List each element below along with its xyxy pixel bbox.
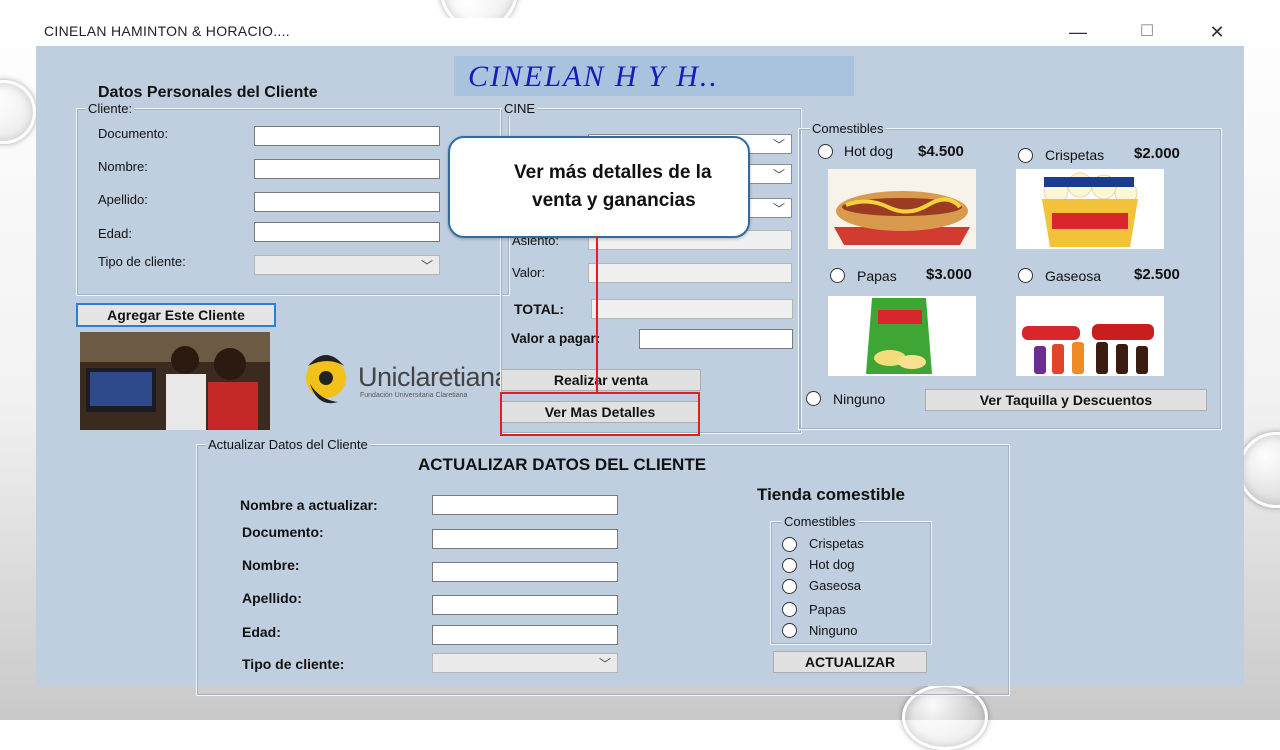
- crispetas-radio[interactable]: [1018, 148, 1033, 163]
- sun-logo-icon: [306, 355, 346, 404]
- valor-label: Valor:: [512, 265, 545, 280]
- ninguno-radio[interactable]: [806, 391, 821, 406]
- edad-field[interactable]: [254, 222, 440, 242]
- gaseosa-price: $2.500: [1134, 266, 1180, 283]
- chevron-down-icon: ﹀: [772, 168, 785, 182]
- callout-box: Ver más detalles de la venta y ganancias: [448, 136, 750, 238]
- logo-subtitle: Fundación Universitaria Claretiana: [360, 392, 468, 399]
- papas-label: Papas: [857, 268, 897, 284]
- agregar-cliente-button[interactable]: Agregar Este Cliente: [76, 303, 276, 327]
- update-nombre-field[interactable]: [432, 562, 618, 582]
- comestibles-group-title: Comestibles: [810, 121, 886, 136]
- nombre-field[interactable]: [254, 159, 440, 179]
- ver-taquilla-button[interactable]: Ver Taquilla y Descuentos: [925, 389, 1207, 411]
- apellido-field[interactable]: [254, 192, 440, 212]
- chevron-down-icon: ﹀: [598, 657, 611, 671]
- documento-label: Documento:: [98, 126, 169, 141]
- valor-pagar-label: Valor a pagar:: [511, 331, 601, 346]
- update-edad-label: Edad:: [242, 624, 281, 640]
- documento-field[interactable]: [254, 126, 440, 146]
- nombre-label: Nombre:: [98, 159, 148, 174]
- apellido-label: Apellido:: [98, 192, 148, 207]
- update-heading: ACTUALIZAR DATOS DEL CLIENTE: [418, 455, 707, 474]
- tienda-gaseosa-radio[interactable]: [782, 579, 797, 594]
- callout-line1: Ver más detalles de la: [514, 162, 712, 183]
- tienda-ninguno-radio[interactable]: [782, 623, 797, 638]
- papas-radio[interactable]: [830, 268, 845, 283]
- logo-name: Uniclaretiana: [358, 362, 510, 392]
- chevron-down-icon: ﹀: [772, 202, 785, 216]
- tipo-cliente-label: Tipo de cliente:: [98, 254, 186, 269]
- chevron-down-icon: ﹀: [420, 259, 433, 273]
- tienda-gaseosa-label: Gaseosa: [809, 578, 862, 593]
- tienda-heading: Tienda comestible: [757, 485, 906, 504]
- update-nombre-label: Nombre:: [242, 557, 300, 573]
- client-group-title: Cliente:: [86, 101, 135, 116]
- papas-image: [828, 296, 976, 376]
- people-photo: [80, 332, 270, 430]
- banner-title: CINELAN H Y H..: [468, 60, 719, 93]
- hotdog-radio[interactable]: [818, 144, 833, 159]
- chevron-down-icon: ﹀: [772, 138, 785, 152]
- window-title: CINELAN HAMINTON & HORACIO....: [44, 23, 290, 39]
- update-apellido-field[interactable]: [432, 595, 618, 615]
- ninguno-label: Ninguno: [833, 391, 886, 407]
- tienda-hotdog-radio[interactable]: [782, 558, 797, 573]
- crispetas-label: Crispetas: [1045, 147, 1105, 163]
- uniclaretiana-logo: Uniclaretiana Fundación Universitaria Cl…: [298, 344, 510, 414]
- gaseosa-radio[interactable]: [1018, 268, 1033, 283]
- valor-pagar-field[interactable]: [639, 329, 793, 349]
- update-apellido-label: Apellido:: [242, 590, 302, 606]
- update-group-title: Actualizar Datos del Cliente: [206, 437, 370, 452]
- tipo-cliente-select[interactable]: ﹀: [254, 255, 440, 275]
- window-client-area: CINELAN H Y H.. Datos Personales del Cli…: [36, 46, 1244, 696]
- update-edad-field[interactable]: [432, 625, 618, 645]
- actualizar-button[interactable]: ACTUALIZAR: [773, 651, 927, 673]
- client-section-heading: Datos Personales del Cliente: [98, 84, 318, 101]
- update-tipo-select[interactable]: ﹀: [432, 653, 618, 673]
- nombre-actualizar-field[interactable]: [432, 495, 618, 515]
- total-field[interactable]: [591, 299, 793, 319]
- tienda-crispetas-label: Crispetas: [809, 536, 864, 551]
- update-tipo-label: Tipo de cliente:: [242, 656, 345, 672]
- tienda-papas-radio[interactable]: [782, 602, 797, 617]
- edad-label: Edad:: [98, 226, 132, 241]
- hotdog-label: Hot dog: [844, 143, 894, 159]
- tienda-ninguno-label: Ninguno: [809, 623, 858, 638]
- app-banner: CINELAN H Y H..: [454, 56, 854, 96]
- hotdog-price: $4.500: [918, 143, 964, 160]
- papas-price: $3.000: [926, 266, 972, 283]
- bubble-decoration: [0, 80, 36, 144]
- tienda-group-title: Comestibles: [782, 514, 858, 529]
- callout-line2: venta y ganancias: [532, 190, 696, 211]
- update-documento-field[interactable]: [432, 529, 618, 549]
- highlight-box: [500, 392, 700, 436]
- bubble-decoration: [1238, 432, 1280, 508]
- close-button[interactable]: ✕: [1194, 20, 1240, 44]
- nombre-actualizar-label: Nombre a actualizar:: [240, 497, 378, 513]
- realizar-venta-button[interactable]: Realizar venta: [501, 369, 701, 391]
- maximize-button[interactable]: ☐: [1124, 20, 1170, 44]
- tienda-crispetas-radio[interactable]: [782, 537, 797, 552]
- valor-field[interactable]: [588, 263, 792, 283]
- callout-connector-line: [596, 236, 598, 394]
- gaseosa-image: [1016, 296, 1164, 376]
- popcorn-image: [1016, 169, 1164, 249]
- minimize-button[interactable]: —: [1055, 20, 1101, 44]
- update-documento-label: Documento:: [242, 524, 324, 540]
- title-bar: CINELAN HAMINTON & HORACIO.... — ☐ ✕: [36, 18, 1244, 46]
- total-label: TOTAL:: [514, 301, 565, 317]
- tienda-hotdog-label: Hot dog: [809, 557, 855, 572]
- gaseosa-label: Gaseosa: [1045, 268, 1102, 284]
- crispetas-price: $2.000: [1134, 145, 1180, 162]
- tienda-papas-label: Papas: [809, 602, 846, 617]
- cine-group-title: CINE: [502, 101, 538, 116]
- hotdog-image: [828, 169, 976, 249]
